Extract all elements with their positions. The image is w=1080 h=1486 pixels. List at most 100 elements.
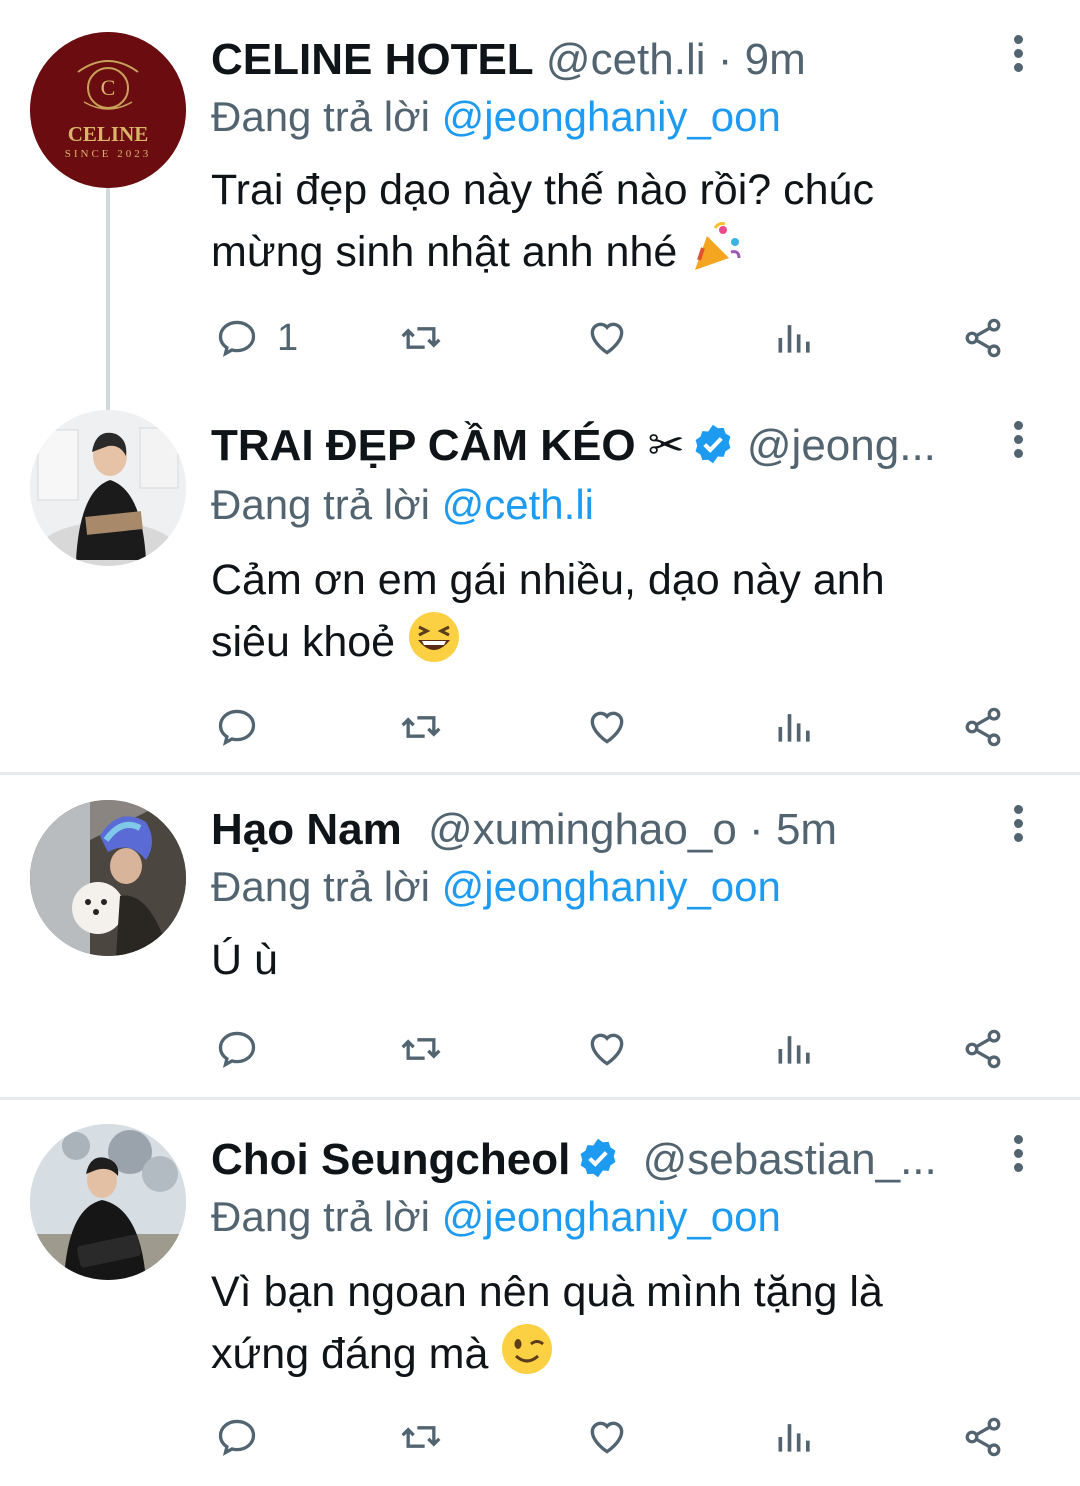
- reply-count: 1: [277, 316, 299, 359]
- tweet-text-line: xứng đáng mà: [211, 1330, 489, 1378]
- avatar[interactable]: C CELINE SINCE 2023: [30, 32, 186, 188]
- retweet-button[interactable]: [399, 1024, 443, 1074]
- winking-face-emoji: [500, 1322, 554, 1390]
- tweet[interactable]: C CELINE SINCE 2023 CELINE HOTEL @ceth.l…: [0, 0, 1080, 380]
- reply-icon: [218, 320, 256, 357]
- avatar[interactable]: [30, 410, 186, 566]
- avatar-brand-sub: SINCE 2023: [64, 148, 152, 160]
- avatar[interactable]: [30, 800, 186, 956]
- reply-mention[interactable]: @ceth.li: [442, 481, 594, 528]
- share-icon: [965, 1029, 1001, 1069]
- views-icon: [778, 325, 810, 353]
- reply-mention[interactable]: @jeonghaniy_oon: [442, 1193, 781, 1240]
- like-button[interactable]: [585, 702, 629, 752]
- more-icon[interactable]: [1006, 800, 1030, 860]
- tweet-text-line-with-emoji: mừng sinh nhật anh nhé: [211, 220, 1011, 288]
- reply-mention[interactable]: @jeonghaniy_oon: [442, 863, 781, 910]
- retweet-button[interactable]: [399, 313, 443, 363]
- tweet-text-line: mừng sinh nhật anh nhé: [211, 228, 678, 276]
- retweet-button[interactable]: [399, 702, 443, 752]
- share-button[interactable]: [961, 1024, 1005, 1074]
- more-icon[interactable]: [1006, 30, 1030, 90]
- user-handle[interactable]: @jeong...: [747, 421, 936, 470]
- reply-mention[interactable]: @jeonghaniy_oon: [442, 93, 781, 140]
- retweet-button[interactable]: [399, 1412, 443, 1462]
- tweet[interactable]: Hạo Nam @xuminghao_o · 5m Đang trả lời @…: [0, 776, 1080, 1096]
- tweet[interactable]: TRAI ĐẸP CẦM KÉO ✂ @jeong... Đang trả lờ…: [0, 380, 1080, 772]
- views-icon: [778, 1424, 810, 1452]
- svg-text:C: C: [101, 75, 116, 100]
- share-icon: [965, 707, 1001, 747]
- like-button[interactable]: [585, 1412, 629, 1462]
- tweet-text: Ú ù: [211, 932, 1011, 988]
- like-icon: [590, 1033, 624, 1066]
- tweet-text-line: Vì bạn ngoan nên quà mình tặng là: [211, 1268, 883, 1316]
- retweet-icon: [401, 1426, 441, 1448]
- user-handle[interactable]: @ceth.li: [546, 35, 706, 84]
- tweet-actions: [211, 1024, 1011, 1074]
- grinning-squinting-emoji: [407, 610, 461, 678]
- tweet-header: TRAI ĐẸP CẦM KÉO ✂ @jeong...: [211, 416, 970, 476]
- retweet-icon: [401, 1038, 441, 1060]
- tweet[interactable]: Choi Seungcheol @sebastian_... Đang trả …: [0, 1100, 1080, 1486]
- reply-prefix: Đang trả lời: [211, 93, 430, 140]
- party-popper-emoji: [689, 220, 743, 288]
- display-name[interactable]: CELINE HOTEL: [211, 35, 534, 84]
- reply-icon: [218, 1031, 256, 1068]
- like-icon: [590, 711, 624, 744]
- like-button[interactable]: [585, 1024, 629, 1074]
- user-handle[interactable]: @sebastian_...: [643, 1135, 937, 1184]
- reply-icon: [218, 1419, 256, 1456]
- avatar-brand-text: CELINE: [67, 122, 149, 146]
- more-icon[interactable]: [1006, 416, 1030, 476]
- reply-button[interactable]: [215, 702, 259, 752]
- tweet-header: CELINE HOTEL @ceth.li · 9m: [211, 30, 970, 90]
- tweet-text-line-with-emoji: siêu khoẻ: [211, 610, 1011, 678]
- views-button[interactable]: [773, 313, 817, 363]
- display-name[interactable]: Hạo Nam: [211, 805, 402, 854]
- tweet-text: Vì bạn ngoan nên quà mình tặng là xứng đ…: [211, 1264, 1011, 1390]
- tweet-text-line: siêu khoẻ: [211, 618, 396, 666]
- reply-button[interactable]: 1: [215, 313, 298, 363]
- timestamp[interactable]: 9m: [745, 35, 806, 84]
- retweet-icon: [401, 327, 441, 349]
- display-name[interactable]: Choi Seungcheol: [211, 1135, 570, 1184]
- reply-button[interactable]: [215, 1024, 259, 1074]
- views-icon: [778, 1036, 810, 1064]
- tweet-actions: 1: [211, 313, 1011, 363]
- tweet-header: Choi Seungcheol @sebastian_...: [211, 1130, 970, 1190]
- avatar[interactable]: [30, 1124, 186, 1280]
- share-button[interactable]: [961, 1412, 1005, 1462]
- reply-context: Đang trả lời @ceth.li: [211, 476, 594, 534]
- tweet-text-line-with-emoji: xứng đáng mà: [211, 1322, 1011, 1390]
- user-handle[interactable]: @xuminghao_o: [428, 805, 737, 854]
- reply-context: Đang trả lời @jeonghaniy_oon: [211, 88, 781, 146]
- timestamp[interactable]: 5m: [776, 805, 837, 854]
- views-button[interactable]: [773, 1412, 817, 1462]
- display-name[interactable]: TRAI ĐẸP CẦM KÉO ✂: [211, 421, 685, 470]
- reply-button[interactable]: [215, 1412, 259, 1462]
- tweet-text: Cảm ơn em gái nhiều, dạo này anh siêu kh…: [211, 552, 1011, 678]
- reply-context: Đang trả lời @jeonghaniy_oon: [211, 1188, 781, 1246]
- share-button[interactable]: [961, 702, 1005, 752]
- views-button[interactable]: [773, 1024, 817, 1074]
- like-icon: [590, 322, 624, 355]
- reply-context: Đang trả lời @jeonghaniy_oon: [211, 858, 781, 916]
- retweet-icon: [401, 716, 441, 738]
- tweet-actions: [211, 1412, 1011, 1462]
- like-button[interactable]: [585, 313, 629, 363]
- views-icon: [778, 714, 810, 742]
- reply-prefix: Đang trả lời: [211, 863, 430, 910]
- tweet-text: Trai đẹp dạo này thế nào rồi? chúc mừng …: [211, 162, 1011, 288]
- tweet-text-line: Trai đẹp dạo này thế nào rồi? chúc: [211, 166, 874, 214]
- tweet-text-line: Cảm ơn em gái nhiều, dạo này anh: [211, 556, 885, 604]
- share-icon: [965, 318, 1001, 358]
- views-button[interactable]: [773, 702, 817, 752]
- share-button[interactable]: [961, 313, 1005, 363]
- more-icon[interactable]: [1006, 1130, 1030, 1190]
- verified-icon: [695, 424, 731, 464]
- separator-dot: ·: [749, 805, 764, 854]
- tweet-actions: [211, 702, 1011, 752]
- tweet-header: Hạo Nam @xuminghao_o · 5m: [211, 800, 970, 860]
- reply-prefix: Đang trả lời: [211, 1193, 430, 1240]
